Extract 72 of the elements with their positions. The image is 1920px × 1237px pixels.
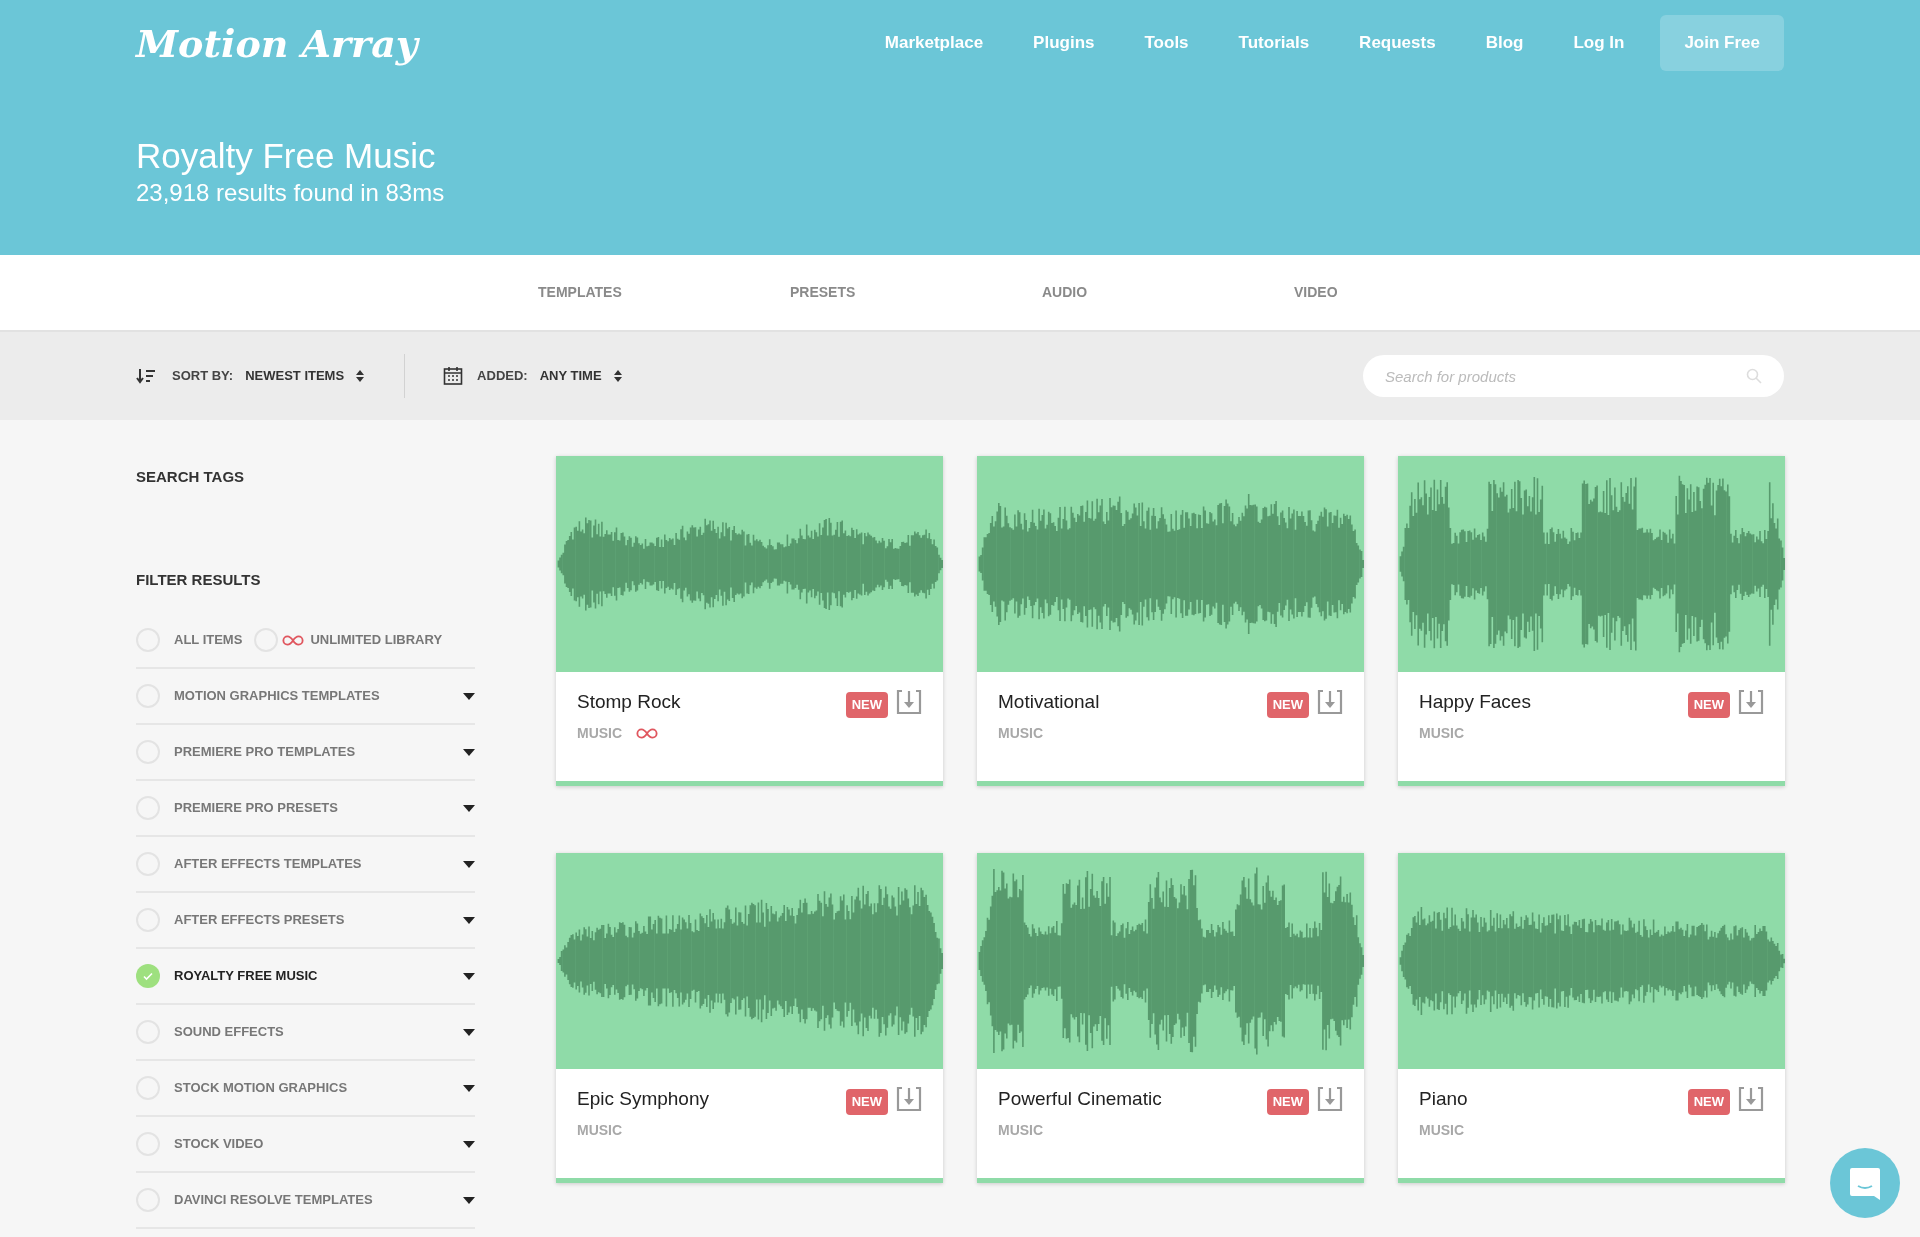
search-field[interactable]: Search for products [1363, 355, 1784, 397]
product-card[interactable]: Piano MUSIC NEW [1398, 853, 1785, 1183]
product-card[interactable]: Stomp Rock MUSIC NEW [556, 456, 943, 786]
product-title[interactable]: Stomp Rock [577, 688, 681, 717]
added-dropdown[interactable]: ANY TIME [539, 366, 622, 386]
caret-down-icon[interactable] [463, 1028, 475, 1036]
sort-dropdown[interactable]: NEWEST ITEMS [245, 366, 365, 386]
download-icon[interactable] [896, 689, 922, 715]
product-title[interactable]: Happy Faces [1419, 688, 1531, 717]
caret-down-icon[interactable] [463, 1196, 475, 1204]
download-icon[interactable] [1738, 1086, 1764, 1112]
caret-down-icon[interactable] [463, 972, 475, 980]
product-title[interactable]: Motivational [998, 688, 1100, 717]
category-tab[interactable]: PRESETS [790, 282, 1042, 303]
new-badge: NEW [1687, 692, 1730, 718]
page-title: Royalty Free Music [136, 135, 437, 177]
calendar-icon[interactable] [443, 366, 464, 386]
download-icon[interactable] [896, 1086, 922, 1112]
category-tab[interactable]: TEMPLATES [538, 282, 790, 303]
results-count: 23,918 results found in 83ms [136, 177, 446, 208]
product-card[interactable]: Happy Faces MUSIC NEW [1398, 456, 1785, 786]
chat-icon[interactable] [1848, 1166, 1882, 1200]
sort-arrows-icon [356, 370, 365, 382]
product-category: MUSIC [577, 723, 623, 743]
product-category: MUSIC [998, 1120, 1044, 1140]
new-badge: NEW [845, 692, 888, 718]
product-card[interactable]: Epic Symphony MUSIC NEW [556, 853, 943, 1183]
filter-option[interactable]: ALL ITEMS [174, 630, 243, 650]
product-title[interactable]: Epic Symphony [577, 1085, 709, 1114]
sort-label: SORT BY: [172, 367, 234, 386]
filter-option[interactable]: AFTER EFFECTS PRESETS [174, 910, 345, 930]
product-title[interactable]: Piano [1419, 1085, 1468, 1114]
sort-icon[interactable] [136, 368, 156, 384]
filter-option[interactable]: UNLIMITED LIBRARY [310, 630, 443, 650]
check-icon [142, 970, 154, 982]
filter-option[interactable]: STOCK VIDEO [174, 1134, 264, 1154]
caret-down-icon[interactable] [463, 1084, 475, 1092]
filter-option[interactable]: STOCK MOTION GRAPHICS [174, 1078, 348, 1098]
product-title[interactable]: Powerful Cinematic [998, 1085, 1162, 1114]
filter-heading: FILTER RESULTS [136, 569, 262, 590]
new-badge: NEW [845, 1089, 888, 1115]
filter-option[interactable]: ROYALTY FREE MUSIC [174, 966, 318, 986]
caret-down-icon[interactable] [463, 804, 475, 812]
filter-option[interactable]: AFTER EFFECTS TEMPLATES [174, 854, 362, 874]
filter-option[interactable]: DAVINCI RESOLVE TEMPLATES [174, 1190, 373, 1210]
filter-option[interactable]: SOUND EFFECTS [174, 1022, 284, 1042]
category-tab[interactable]: VIDEO [1294, 282, 1546, 303]
caret-down-icon[interactable] [463, 916, 475, 924]
caret-down-icon[interactable] [463, 748, 475, 756]
new-badge: NEW [1266, 692, 1309, 718]
product-category: MUSIC [1419, 723, 1465, 743]
new-badge: NEW [1266, 1089, 1309, 1115]
product-category: MUSIC [1419, 1120, 1465, 1140]
filter-option[interactable]: PREMIERE PRO TEMPLATES [174, 742, 356, 762]
added-label: ADDED: [477, 367, 528, 386]
download-icon[interactable] [1317, 1086, 1343, 1112]
caret-down-icon[interactable] [463, 692, 475, 700]
product-card[interactable]: Motivational MUSIC NEW [977, 456, 1364, 786]
download-icon[interactable] [1317, 689, 1343, 715]
caret-down-icon[interactable] [463, 860, 475, 868]
filter-option[interactable]: PREMIERE PRO PRESETS [174, 798, 338, 818]
radio-checked[interactable] [136, 964, 160, 988]
sort-arrows-icon [613, 370, 622, 382]
download-icon[interactable] [1738, 689, 1764, 715]
product-category: MUSIC [577, 1120, 623, 1140]
product-card[interactable]: Powerful Cinematic MUSIC NEW [977, 853, 1364, 1183]
filter-option[interactable]: MOTION GRAPHICS TEMPLATES [174, 686, 380, 706]
new-badge: NEW [1687, 1089, 1730, 1115]
search-tags-heading: SEARCH TAGS [136, 467, 246, 487]
category-tab[interactable]: AUDIO [1042, 282, 1294, 303]
product-category: MUSIC [998, 723, 1044, 743]
caret-down-icon[interactable] [463, 1140, 475, 1148]
